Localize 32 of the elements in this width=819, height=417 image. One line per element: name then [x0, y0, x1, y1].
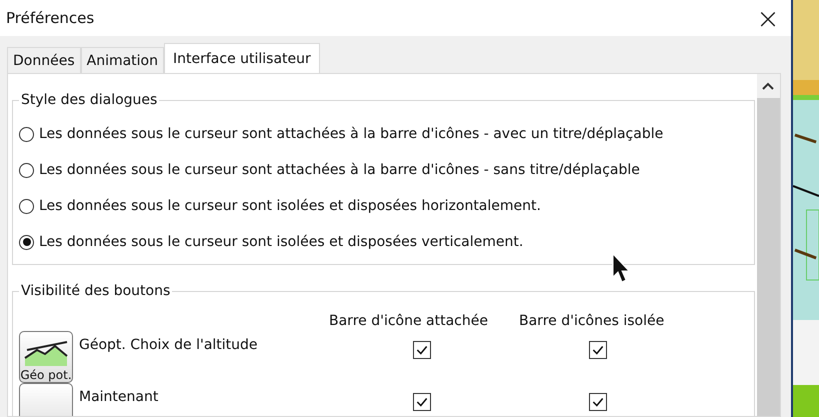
window-title: Préférences: [6, 9, 94, 27]
radio-label: Les données sous le curseur sont attachées à la barre d'icônes - avec un titre/déplaçable: [39, 126, 664, 142]
check-icon: [415, 343, 429, 357]
scroll-up-icon[interactable]: [762, 82, 774, 90]
toolbar-button[interactable]: Géo pot.: [19, 331, 73, 383]
checkbox[interactable]: [413, 341, 431, 359]
button-label: Géo pot.: [20, 368, 72, 382]
checkbox[interactable]: [413, 393, 431, 411]
column-header: Barre d'icônes isolée: [519, 313, 666, 329]
radio-button[interactable]: [19, 234, 34, 250]
altitude-profile-icon: [23, 340, 69, 366]
column-header: Barre d'icône attachée: [329, 313, 489, 329]
tab[interactable]: Animation: [80, 47, 164, 73]
radio-label: Les données sous le curseur sont isolées et disposées verticalement.: [39, 234, 524, 250]
check-icon: [591, 395, 605, 409]
checkbox[interactable]: [589, 393, 607, 411]
scrollbar[interactable]: [757, 74, 780, 416]
row-label: Géopt. Choix de l'altitude: [79, 337, 258, 353]
radio-button[interactable]: [19, 198, 34, 214]
radio-button[interactable]: [19, 162, 34, 178]
group-title: Visibilité des boutons: [20, 283, 172, 299]
tab[interactable]: Interface utilisateur: [164, 43, 320, 73]
check-icon: [415, 395, 429, 409]
close-button[interactable]: ×: [745, 0, 791, 36]
row-label: Maintenant: [79, 389, 158, 405]
group-title: Style des dialogues: [20, 92, 158, 108]
radio-label: Les données sous le curseur sont attachées à la barre d'icônes - sans titre/déplaçable: [39, 162, 640, 178]
checkbox[interactable]: [589, 341, 607, 359]
tab[interactable]: Données: [7, 47, 81, 73]
radio-button[interactable]: [19, 126, 34, 142]
check-icon: [591, 343, 605, 357]
radio-label: Les données sous le curseur sont isolées et disposées horizontalement.: [39, 198, 541, 214]
